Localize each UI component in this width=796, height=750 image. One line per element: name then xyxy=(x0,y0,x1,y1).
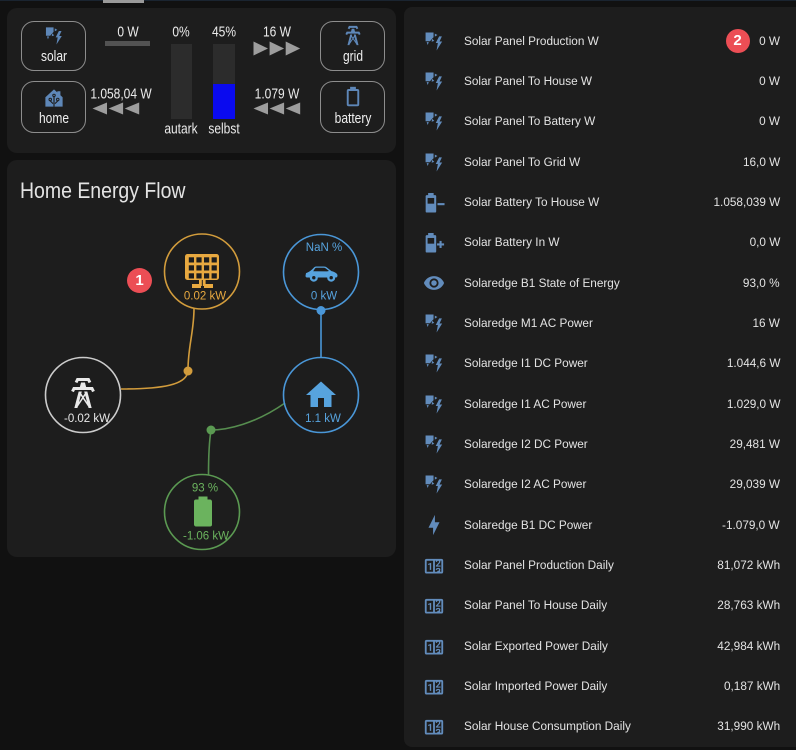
svg-text:0 kW: 0 kW xyxy=(311,291,337,303)
svg-text:93 %: 93 % xyxy=(192,483,218,495)
svg-text:1.1 kW: 1.1 kW xyxy=(305,413,341,425)
svg-text:NaN %: NaN % xyxy=(306,242,342,254)
svg-text:-0.02 kW: -0.02 kW xyxy=(64,413,110,425)
svg-text:-1.06 kW: -1.06 kW xyxy=(183,531,229,543)
svg-text:0.02 kW: 0.02 kW xyxy=(184,291,226,303)
